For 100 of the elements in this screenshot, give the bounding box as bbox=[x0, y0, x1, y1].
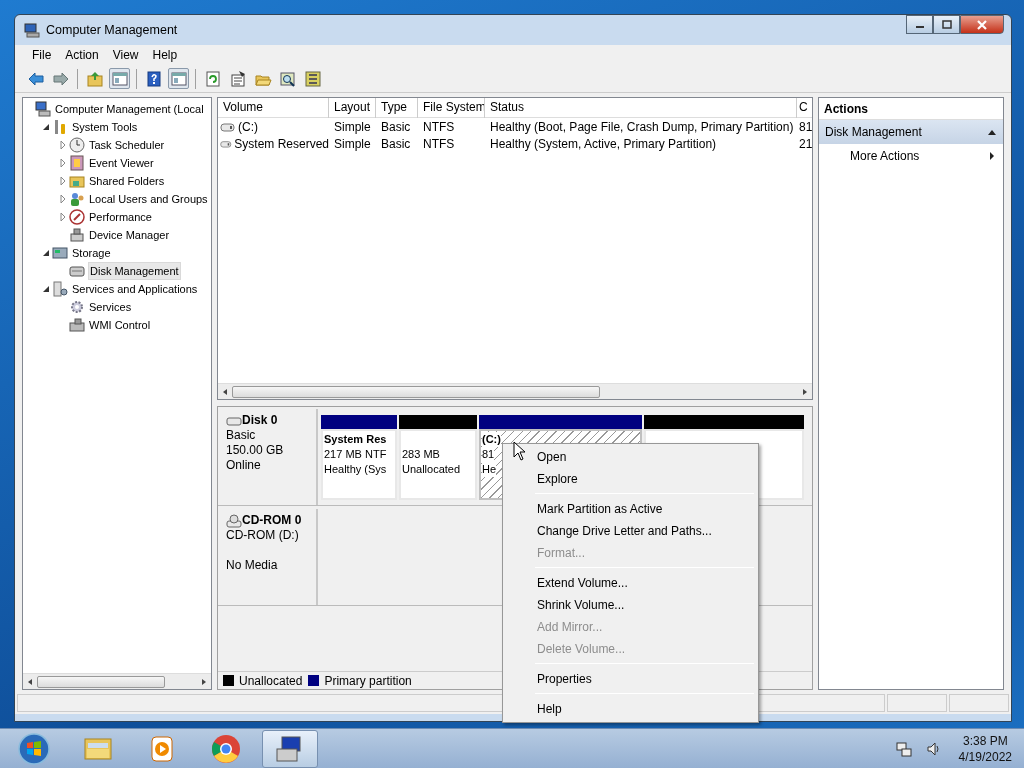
maximize-icon bbox=[941, 20, 952, 29]
table-cell: Healthy (System, Active, Primary Partition) bbox=[490, 136, 717, 151]
minimize-button[interactable] bbox=[906, 15, 933, 34]
menu-item[interactable]: Help bbox=[145, 48, 185, 62]
partition-box[interactable]: System Res 217 MB NTF Healthy (Sys bbox=[321, 429, 397, 500]
table-cell: 21 bbox=[799, 136, 813, 151]
menu-item[interactable]: Open bbox=[505, 446, 756, 468]
column-header[interactable]: Status bbox=[485, 97, 797, 118]
table-cell: (C:) bbox=[238, 119, 258, 134]
gear-icon bbox=[69, 299, 85, 315]
table-cell: Basic bbox=[381, 136, 411, 151]
folder-up-icon bbox=[85, 69, 104, 88]
machine-icon bbox=[69, 317, 85, 333]
status-panel bbox=[949, 694, 1009, 712]
pane-icon bbox=[110, 69, 129, 88]
menu-item[interactable]: Explore bbox=[505, 468, 756, 490]
computer-icon bbox=[24, 22, 40, 38]
device-icon bbox=[69, 227, 85, 243]
settings-button[interactable] bbox=[302, 68, 323, 89]
gauge-icon bbox=[69, 209, 85, 225]
tree-item[interactable]: Performance bbox=[88, 209, 153, 225]
column-header[interactable]: Layout bbox=[329, 97, 376, 118]
menu-item[interactable]: Mark Partition as Active bbox=[505, 498, 756, 520]
column-header[interactable]: File System bbox=[418, 97, 485, 118]
table-cell: NTFS bbox=[423, 136, 455, 151]
drive-icon bbox=[226, 414, 242, 427]
network-icon[interactable] bbox=[895, 740, 912, 757]
status-panel bbox=[887, 694, 947, 712]
menu-item[interactable]: Extend Volume... bbox=[505, 572, 756, 594]
tree-item[interactable]: Local Users and Groups bbox=[88, 191, 209, 207]
table-cell: Healthy (Boot, Page File, Crash Dump, Primary Partition) bbox=[490, 119, 794, 134]
menu-item[interactable]: Shrink Volume... bbox=[505, 594, 756, 616]
properties-icon bbox=[228, 69, 247, 88]
menu-item[interactable]: Action bbox=[58, 48, 106, 62]
action-link[interactable]: More Actions bbox=[819, 144, 1003, 168]
tree-item[interactable]: Storage bbox=[71, 245, 112, 261]
horizontal-scrollbar[interactable] bbox=[218, 383, 812, 399]
log-icon bbox=[69, 155, 85, 171]
tree-item[interactable]: Device Manager bbox=[88, 227, 171, 243]
volume-icon[interactable] bbox=[925, 740, 942, 757]
menu-item[interactable]: View bbox=[105, 48, 146, 62]
close-button[interactable] bbox=[960, 15, 1004, 34]
storage-icon bbox=[52, 245, 68, 261]
window-title: Computer Management bbox=[46, 23, 178, 37]
tree-item[interactable]: Disk Management bbox=[88, 262, 181, 280]
legend-label: Primary partition bbox=[324, 673, 412, 688]
mouse-cursor-icon bbox=[513, 441, 526, 461]
help-icon bbox=[144, 69, 163, 88]
clock[interactable]: 3:38 PM 4/19/2022 bbox=[952, 732, 1018, 765]
partition-name: (C:) bbox=[482, 432, 501, 447]
scroll-thumb[interactable] bbox=[232, 385, 600, 398]
maximize-button[interactable] bbox=[933, 15, 960, 34]
submenu-arrow-icon bbox=[989, 151, 995, 161]
column-header[interactable]: Type bbox=[376, 97, 418, 118]
menu-item[interactable]: Properties bbox=[505, 668, 756, 690]
disk-name: Disk 0 bbox=[242, 413, 278, 428]
tree-item[interactable]: Services and Applications bbox=[71, 281, 199, 297]
scroll-left-arrow-icon[interactable] bbox=[221, 387, 229, 396]
computer-icon bbox=[35, 101, 51, 117]
cd-drive-icon bbox=[226, 513, 242, 528]
tree-item[interactable]: WMI Control bbox=[88, 317, 152, 333]
scroll-left-arrow-icon[interactable] bbox=[26, 677, 34, 686]
scroll-right-arrow-icon[interactable] bbox=[200, 677, 208, 686]
tree-item[interactable]: Task Scheduler bbox=[88, 137, 166, 153]
close-icon bbox=[976, 19, 988, 30]
computer-management-button[interactable] bbox=[262, 729, 318, 768]
disk-status: No Media bbox=[226, 558, 279, 573]
tools-icon bbox=[52, 119, 68, 135]
table-cell: NTFS bbox=[423, 119, 455, 134]
scroll-right-arrow-icon[interactable] bbox=[801, 387, 809, 396]
tree-item[interactable]: Services bbox=[88, 299, 133, 315]
menu-item[interactable]: File bbox=[25, 48, 59, 62]
table-cell: Basic bbox=[381, 119, 411, 134]
partition-box[interactable]: 283 MB Unallocated bbox=[399, 429, 477, 500]
column-header[interactable]: Volume bbox=[218, 97, 329, 118]
pane-button[interactable] bbox=[109, 68, 130, 89]
collapse-arrow-icon[interactable] bbox=[987, 128, 997, 136]
settings-icon bbox=[303, 69, 322, 88]
menu-item[interactable]: Help bbox=[505, 698, 756, 720]
tree-item[interactable]: Computer Management (Local bbox=[54, 101, 205, 117]
tree-item[interactable]: System Tools bbox=[71, 119, 139, 135]
tree-item[interactable]: Shared Folders bbox=[88, 173, 166, 189]
server-icon bbox=[52, 281, 68, 297]
table-cell: Simple bbox=[334, 136, 371, 151]
pane-icon bbox=[169, 69, 188, 88]
partition-detail: Healthy (Sys bbox=[324, 462, 387, 477]
scroll-thumb[interactable] bbox=[37, 675, 165, 688]
partition-name: System Res bbox=[324, 432, 387, 447]
users-icon bbox=[69, 191, 85, 207]
horizontal-scrollbar[interactable] bbox=[23, 673, 211, 689]
legend-label: Unallocated bbox=[239, 673, 303, 688]
disk-size: 150.00 GB bbox=[226, 443, 285, 458]
disk-status: Online bbox=[226, 458, 262, 473]
table-cell: Simple bbox=[334, 119, 371, 134]
clock-icon bbox=[69, 137, 85, 153]
partition-detail: He bbox=[482, 462, 497, 477]
tree-item[interactable]: Event Viewer bbox=[88, 155, 155, 171]
column-header[interactable]: C bbox=[797, 97, 811, 118]
actions-section-header[interactable]: Disk Management bbox=[819, 120, 1003, 144]
menu-item[interactable]: Change Drive Letter and Paths... bbox=[505, 520, 756, 542]
